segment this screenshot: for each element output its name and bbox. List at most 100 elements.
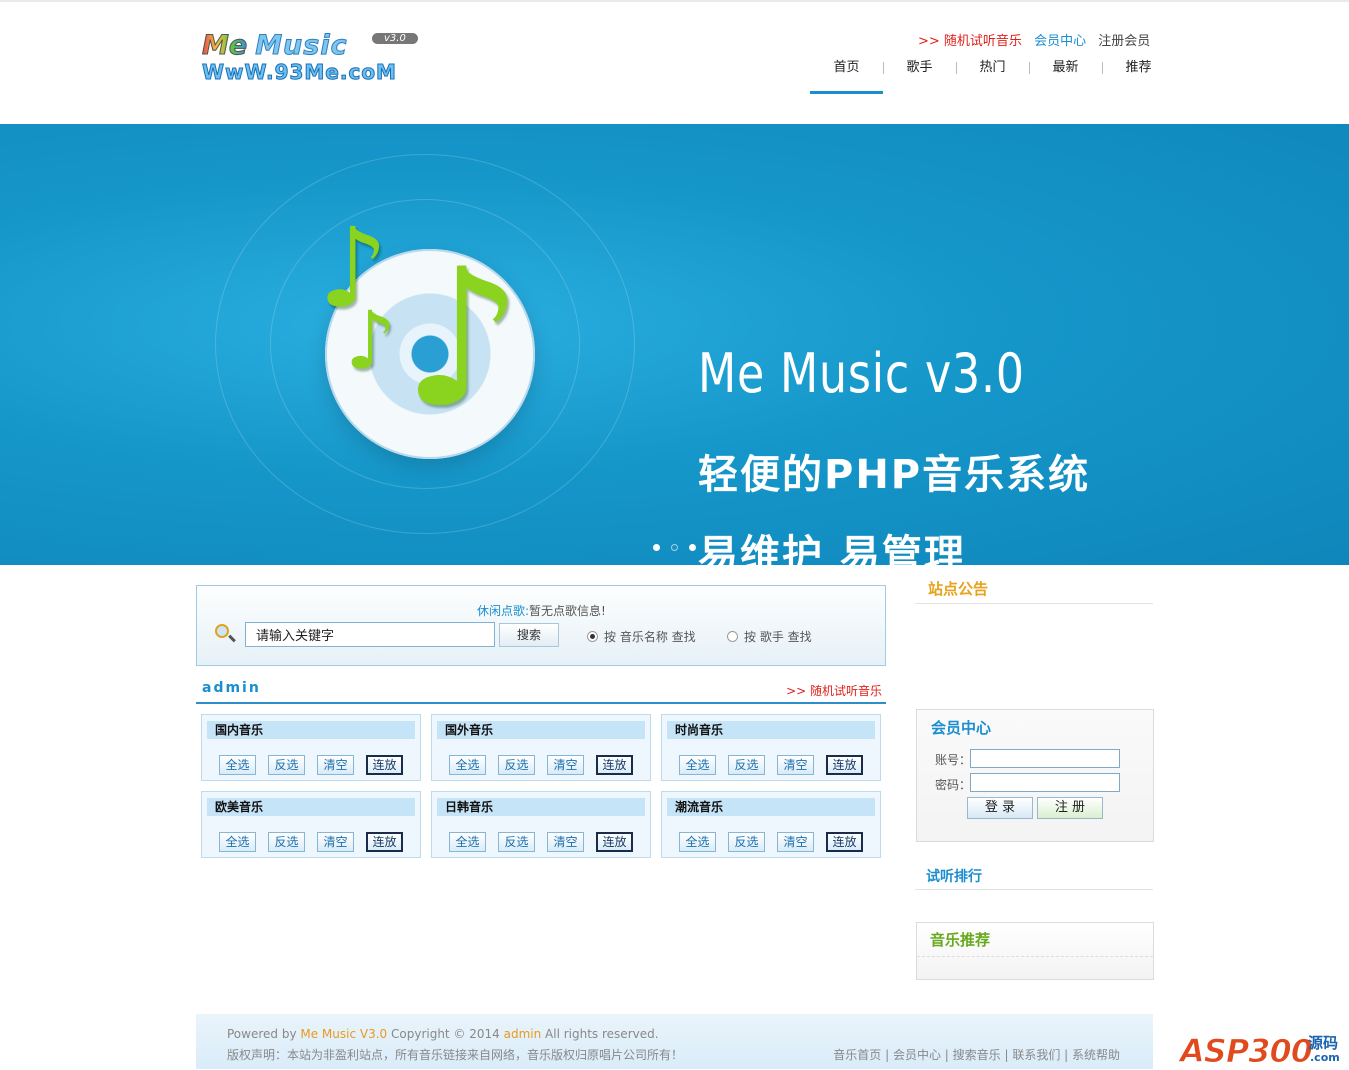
- banner-title: Me Music v3.0: [698, 342, 1025, 405]
- select-all-button[interactable]: 全选: [449, 832, 486, 852]
- random-play-link[interactable]: >> 随机试听音乐: [918, 34, 1022, 49]
- hero-banner[interactable]: ♪ ♪ ♪ Me Music v3.0 轻便的PHP音乐系统 易维护 易管理: [0, 124, 1349, 565]
- invert-select-button[interactable]: 反选: [268, 755, 305, 775]
- category-title: 时尚音乐: [667, 721, 875, 739]
- nav-label: 最新: [1052, 60, 1079, 75]
- category-title: 国外音乐: [437, 721, 645, 739]
- nav-label: 首页: [833, 60, 860, 75]
- continuous-play-button[interactable]: 连放: [826, 832, 863, 852]
- radio-selected[interactable]: [587, 631, 598, 642]
- continuous-play-button[interactable]: 连放: [366, 832, 403, 852]
- radio-unselected[interactable]: [727, 631, 738, 642]
- password-label: 密码：: [935, 778, 972, 792]
- search-by-name-option[interactable]: 按 音乐名称 查找: [587, 628, 696, 645]
- clear-button[interactable]: 清空: [777, 832, 814, 852]
- continuous-play-button[interactable]: 连放: [596, 755, 633, 775]
- select-all-button[interactable]: 全选: [219, 755, 256, 775]
- invert-select-button[interactable]: 反选: [498, 755, 535, 775]
- site-logo[interactable]: Me Music v3.0 WwW.93Me.coM: [201, 28, 432, 86]
- member-title: 会员中心: [931, 719, 992, 737]
- watermark-domain: .com: [1310, 1051, 1340, 1064]
- nav-label: 热门: [979, 60, 1006, 75]
- random-play-link[interactable]: >> 随机试听音乐: [786, 682, 882, 699]
- select-all-button[interactable]: 全选: [219, 832, 256, 852]
- footer-links[interactable]: 音乐首页 | 会员中心 | 搜索音乐 | 联系我们 | 系统帮助: [833, 1046, 1120, 1063]
- continuous-play-button[interactable]: 连放: [366, 755, 403, 775]
- category-box: 日韩音乐全选 反选 清空 连放: [431, 791, 651, 858]
- clear-button[interactable]: 清空: [547, 832, 584, 852]
- notice-title: 站点公告: [915, 578, 1153, 604]
- owner-link[interactable]: admin: [504, 1027, 542, 1041]
- category-actions: 全选 反选 清空 连放: [449, 755, 633, 775]
- slider-dot[interactable]: [689, 544, 696, 551]
- select-all-button[interactable]: 全选: [449, 755, 486, 775]
- register-link[interactable]: 注册会员: [1098, 34, 1150, 49]
- account-field[interactable]: [970, 749, 1120, 768]
- invert-select-button[interactable]: 反选: [728, 755, 765, 775]
- username: admin: [202, 680, 261, 696]
- nav-label: 推荐: [1125, 60, 1152, 75]
- account-label: 账号：: [935, 753, 972, 767]
- main-nav: 首页 歌手 热门 最新 推荐: [810, 58, 1175, 94]
- slider-dots: [653, 544, 696, 551]
- search-panel: 休闲点歌:暂无点歌信息! 搜索 按 音乐名称 查找 按 歌手 查找: [196, 585, 886, 666]
- logo-version-badge: v3.0: [372, 33, 418, 44]
- category-title: 国内音乐: [207, 721, 415, 739]
- request-value: 暂无点歌信息!: [529, 604, 606, 618]
- select-all-button[interactable]: 全选: [679, 832, 716, 852]
- rights-text: All rights reserved.: [541, 1027, 659, 1041]
- recommend-title: 音乐推荐: [930, 931, 991, 949]
- nav-item-hot[interactable]: 热门: [956, 58, 1030, 94]
- slider-dot[interactable]: [653, 544, 660, 551]
- clear-button[interactable]: 清空: [547, 755, 584, 775]
- option-label: 按 音乐名称 查找: [604, 630, 696, 644]
- banner-tagline: 易维护 易管理: [698, 532, 966, 565]
- invert-select-button[interactable]: 反选: [728, 832, 765, 852]
- category-actions: 全选 反选 清空 连放: [679, 832, 863, 852]
- recommend-panel: 音乐推荐: [916, 922, 1154, 980]
- category-box: 欧美音乐 全选 反选 清空 连放: [201, 791, 421, 858]
- copyright-text: Copyright © 2014: [387, 1027, 504, 1041]
- ranking-title: 试听排行: [915, 866, 1153, 890]
- category-title: 潮流音乐: [667, 798, 875, 816]
- powered-text: Powered by: [227, 1027, 301, 1041]
- continuous-play-button[interactable]: 连放: [826, 755, 863, 775]
- select-all-button[interactable]: 全选: [679, 755, 716, 775]
- logo-me: Me: [201, 30, 248, 62]
- music-note-icon: ♪: [345, 294, 397, 387]
- top-links: >> 随机试听音乐 会员中心 注册会员: [918, 30, 1150, 49]
- nav-item-recommend[interactable]: 推荐: [1102, 58, 1175, 94]
- logo-title: Me Music: [201, 30, 348, 62]
- user-section-header: admin >> 随机试听音乐: [196, 678, 886, 704]
- clear-button[interactable]: 清空: [777, 755, 814, 775]
- password-field[interactable]: [970, 773, 1120, 792]
- banner-subtitle: 轻便的PHP音乐系统: [698, 452, 1091, 498]
- product-link[interactable]: Me Music V3.0: [300, 1027, 387, 1041]
- clear-button[interactable]: 清空: [317, 832, 354, 852]
- watermark-logo: ASP300 源码 .com: [1179, 1022, 1345, 1070]
- watermark-brand: ASP300: [1179, 1032, 1313, 1070]
- member-center-link[interactable]: 会员中心: [1034, 34, 1086, 49]
- search-button[interactable]: 搜索: [499, 623, 559, 647]
- request-info: 休闲点歌:暂无点歌信息!: [477, 602, 606, 619]
- clear-button[interactable]: 清空: [317, 755, 354, 775]
- continuous-play-button[interactable]: 连放: [596, 832, 633, 852]
- powered-by: Powered by Me Music V3.0 Copyright © 201…: [227, 1027, 659, 1041]
- login-button[interactable]: 登 录: [967, 797, 1033, 819]
- nav-item-latest[interactable]: 最新: [1029, 58, 1103, 94]
- divider: [917, 956, 1153, 957]
- search-by-singer-option[interactable]: 按 歌手 查找: [727, 628, 812, 645]
- invert-select-button[interactable]: 反选: [268, 832, 305, 852]
- invert-select-button[interactable]: 反选: [498, 832, 535, 852]
- category-box: 时尚音乐全选 反选 清空 连放: [661, 714, 881, 781]
- logo-url: WwW.93Me.coM: [202, 60, 397, 85]
- search-input[interactable]: [245, 622, 495, 647]
- site-footer: Powered by Me Music V3.0 Copyright © 201…: [196, 1004, 1153, 1069]
- register-button[interactable]: 注 册: [1037, 797, 1103, 819]
- slider-dot-active[interactable]: [671, 544, 678, 551]
- category-actions: 全选 反选 清空 连放: [449, 832, 633, 852]
- category-title: 日韩音乐: [437, 798, 645, 816]
- copyright-disclaimer: 版权声明：本站为非盈利站点，所有音乐链接来自网络，音乐版权归原唱片公司所有！: [227, 1048, 684, 1062]
- nav-item-home[interactable]: 首页: [810, 58, 884, 94]
- nav-item-singers[interactable]: 歌手: [883, 58, 957, 94]
